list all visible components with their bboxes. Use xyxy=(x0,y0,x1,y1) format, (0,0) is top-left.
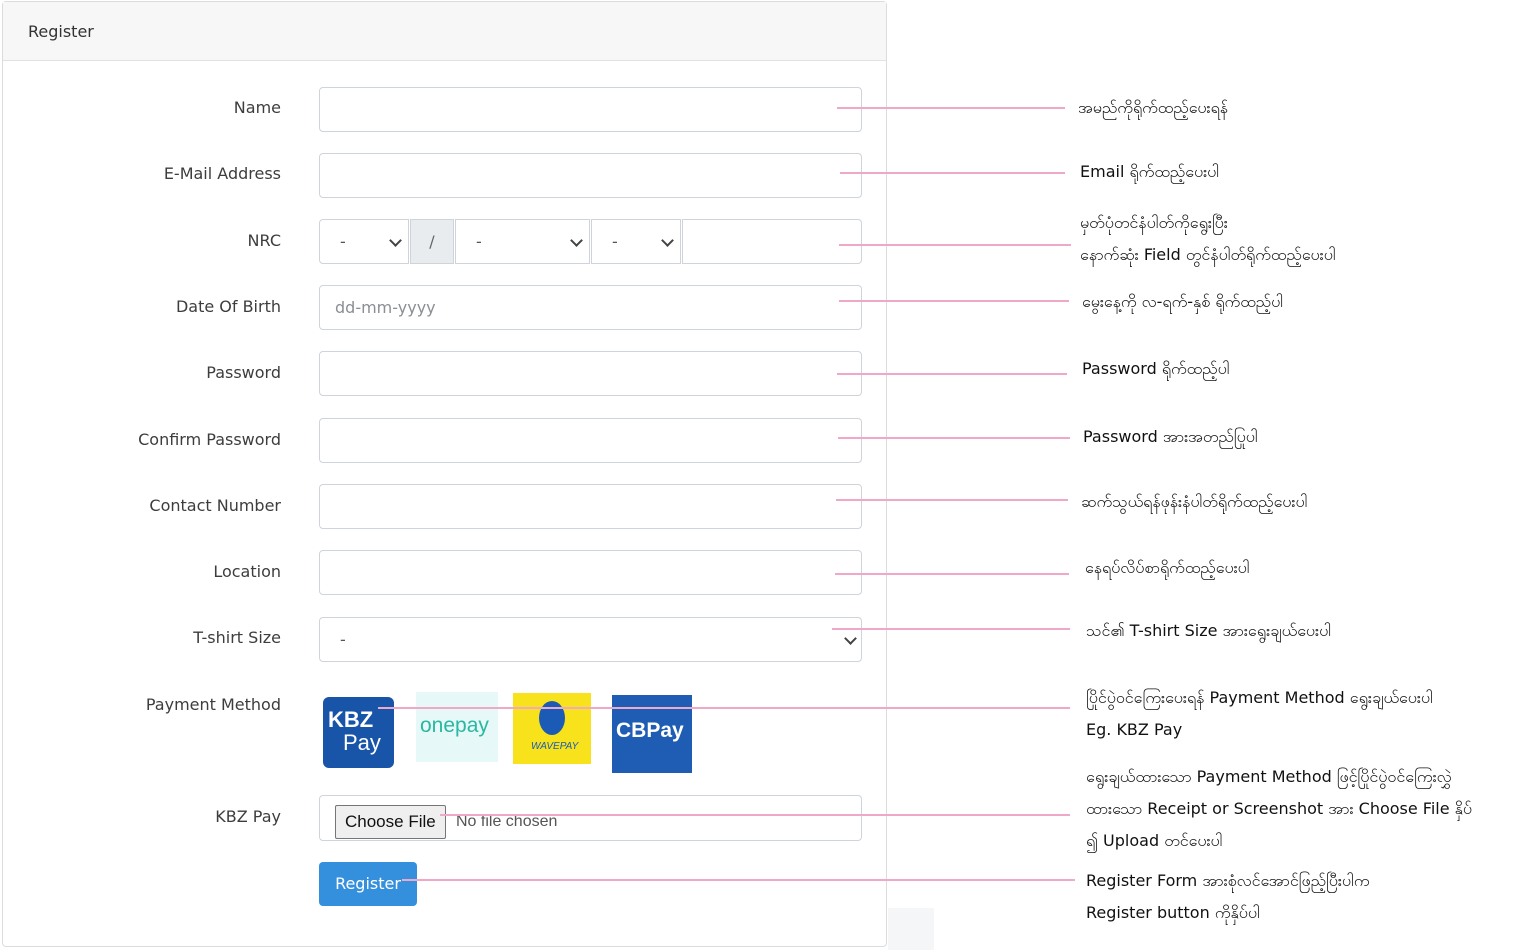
annotation-payment-method: ပြိုင်ပွဲဝင်ကြေးပေးရန် Payment Method ရွ… xyxy=(1086,682,1433,746)
annotation-line xyxy=(837,107,1065,109)
annotation-text: ဆက်သွယ်ရန်ဖုန်းနံပါတ်ရိုက်ထည့်ပေးပါ xyxy=(1081,492,1308,511)
nrc-township-select[interactable]: - xyxy=(455,219,590,264)
wavepay-logo-text: WAVEPAY xyxy=(531,741,579,752)
annotation-nrc: မှတ်ပုံတင်နံပါတ်ကိုရွေးပြီး နောက်ဆုံး Fi… xyxy=(1080,207,1336,271)
annotation-line xyxy=(378,707,1070,709)
nrc-state-select[interactable]: - xyxy=(319,219,409,264)
register-button[interactable]: Register xyxy=(319,862,417,906)
annotation-text: Register Form အားစုံလင်အောင်ဖြည့်ပြီးပါက xyxy=(1086,871,1370,890)
annotation-line xyxy=(837,373,1067,375)
annotation-line xyxy=(839,244,1071,246)
location-label: Location xyxy=(213,562,281,581)
annotation-text: မွေးနေ့ကို လ-ရက်-နှစ် ရိုက်ထည့်ပါ xyxy=(1082,292,1284,311)
nrc-type-value: - xyxy=(612,232,618,251)
annotation-text: ထားသော Receipt or Screenshot အား Choose … xyxy=(1086,799,1473,818)
chevron-down-icon xyxy=(844,632,857,645)
password-label: Password xyxy=(206,363,281,382)
name-input[interactable] xyxy=(319,87,862,132)
receipt-file-input[interactable]: Choose File No file chosen xyxy=(319,795,862,841)
annotation-line xyxy=(440,814,1070,816)
password-input[interactable] xyxy=(319,351,862,396)
annotation-contact-number: ဆက်သွယ်ရန်ဖုန်းနံပါတ်ရိုက်ထည့်ပေးပါ xyxy=(1081,486,1307,518)
nrc-type-select[interactable]: - xyxy=(591,219,681,264)
chevron-down-icon xyxy=(570,234,583,247)
annotation-password: Password ရိုက်ထည့်ပါ xyxy=(1082,353,1230,385)
annotation-text: Eg. KBZ Pay xyxy=(1086,720,1183,739)
chevron-down-icon xyxy=(661,234,674,247)
tshirt-size-label: T-shirt Size xyxy=(193,628,281,647)
annotation-file-upload: ရွေးချယ်ထားသော Payment Method ဖြင့်ပြိုင… xyxy=(1086,761,1472,857)
annotation-line xyxy=(832,628,1070,630)
choose-file-button[interactable]: Choose File xyxy=(335,805,446,839)
annotation-text: ရွေးချယ်ထားသော Payment Method ဖြင့်ပြိုင… xyxy=(1086,767,1452,786)
location-input[interactable] xyxy=(319,550,862,595)
onepay-logo-text: onepay xyxy=(420,714,489,737)
nrc-slash: / xyxy=(410,219,454,264)
annotation-text: နေရပ်လိပ်စာရိုက်ထည့်ပေးပါ xyxy=(1085,558,1250,577)
annotation-line xyxy=(840,172,1065,174)
annotation-location: နေရပ်လိပ်စာရိုက်ထည့်ပေးပါ xyxy=(1085,552,1250,584)
annotation-text: နောက်ဆုံး Field တွင်နံပါတ်ရိုက်ထည့်ပေးပါ xyxy=(1080,245,1336,264)
tshirt-size-value: - xyxy=(340,630,346,649)
name-label: Name xyxy=(233,98,281,117)
annotation-text: အမည်ကိုရိုက်ထည့်ပေးရန် xyxy=(1078,98,1229,117)
nrc-township-value: - xyxy=(476,232,482,251)
annotation-text: Password အားအတည်ပြုပါ xyxy=(1083,427,1258,446)
kbz-pay-label: KBZ Pay xyxy=(215,807,281,826)
annotation-line xyxy=(836,499,1068,501)
annotation-line xyxy=(838,437,1070,439)
kbzpay-logo-text2: Pay xyxy=(343,730,381,755)
nrc-number-input[interactable] xyxy=(682,219,862,264)
annotation-text: ပြိုင်ပွဲဝင်ကြေးပေးရန် Payment Method ရွ… xyxy=(1086,688,1433,707)
confirm-password-label: Confirm Password xyxy=(138,430,281,449)
contact-number-input[interactable] xyxy=(319,484,862,529)
background-strip xyxy=(888,908,934,950)
annotation-text: သင်၏ T-shirt Size အားရွေးချယ်ပေးပါ xyxy=(1086,621,1331,640)
annotation-line xyxy=(839,300,1069,302)
annotation-text: ၍ Upload တင်ပေးပါ xyxy=(1086,831,1223,850)
annotation-email: Email ရိုက်ထည့်ပေးပါ xyxy=(1080,156,1219,188)
nrc-label: NRC xyxy=(247,231,281,250)
cbpay-logo-text: CBPay xyxy=(616,719,684,742)
annotation-text: Register button ကိုနှိပ်ပါ xyxy=(1086,903,1260,922)
annotation-text: Email ရိုက်ထည့်ပေးပါ xyxy=(1080,162,1220,181)
annotation-line xyxy=(835,573,1069,575)
dob-input[interactable]: dd-mm-yyyy xyxy=(319,285,862,330)
payment-method-label: Payment Method xyxy=(145,695,281,714)
email-label: E-Mail Address xyxy=(163,164,281,183)
chevron-down-icon xyxy=(389,234,402,247)
tshirt-size-select[interactable]: - xyxy=(319,617,862,662)
confirm-password-input[interactable] xyxy=(319,418,862,463)
annotation-confirm-password: Password အားအတည်ပြုပါ xyxy=(1083,421,1258,453)
annotation-line xyxy=(402,879,1075,881)
annotation-dob: မွေးနေ့ကို လ-ရက်-နှစ် ရိုက်ထည့်ပါ xyxy=(1082,286,1283,318)
dob-placeholder: dd-mm-yyyy xyxy=(335,298,436,317)
annotation-tshirt-size: သင်၏ T-shirt Size အားရွေးချယ်ပေးပါ xyxy=(1086,615,1331,647)
onepay-logo[interactable]: onepay xyxy=(416,692,498,762)
nrc-state-value: - xyxy=(340,232,346,251)
dob-label: Date Of Birth xyxy=(175,297,281,316)
annotation-text: Password ရိုက်ထည့်ပါ xyxy=(1082,359,1230,378)
annotation-name: အမည်ကိုရိုက်ထည့်ပေးရန် xyxy=(1078,92,1228,124)
card-header: Register xyxy=(3,2,886,61)
annotation-text: မှတ်ပုံတင်နံပါတ်ကိုရွေးပြီး xyxy=(1080,213,1228,232)
email-input[interactable] xyxy=(319,153,862,198)
wavepay-logo[interactable]: WAVEPAY xyxy=(513,693,591,764)
contact-number-label: Contact Number xyxy=(149,496,281,515)
annotation-register: Register Form အားစုံလင်အောင်ဖြည့်ပြီးပါက… xyxy=(1086,865,1369,929)
